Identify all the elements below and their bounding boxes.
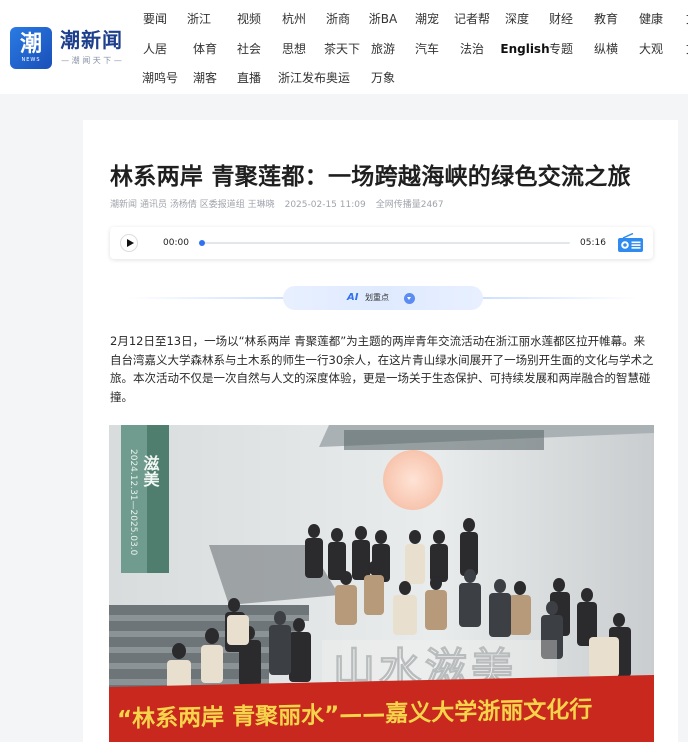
nav-item[interactable]: 法治: [450, 34, 494, 64]
article-title: 林系两岸 青聚莲都：一场跨越海峡的绿色交流之旅: [110, 164, 631, 190]
audio-current-time: 00:00: [163, 238, 189, 248]
chevron-down-icon: [404, 293, 415, 304]
ai-highlights-bar: AI 划重点: [128, 286, 638, 310]
nav-item[interactable]: 奥运: [316, 63, 360, 93]
nav-item[interactable]: 社会: [227, 34, 271, 64]
nav-item[interactable]: 浙商: [316, 4, 360, 34]
meta-views-label: 全网传播量: [375, 200, 421, 210]
meta-source: 潮新闻: [110, 200, 138, 210]
audio-player: 00:00 05:16: [110, 227, 653, 259]
nav-item[interactable]: 专题: [539, 34, 583, 64]
nav-item[interactable]: 杭州: [272, 4, 316, 34]
nav-item[interactable]: 思想: [272, 34, 316, 64]
logo-subtext: NEWS: [21, 56, 41, 63]
nav-item[interactable]: 潮鸣号: [130, 63, 190, 93]
site-logo[interactable]: 潮 NEWS: [10, 27, 52, 69]
play-button[interactable]: [120, 234, 138, 252]
nav-item[interactable]: 教育: [584, 4, 628, 34]
article-paragraph: 2月12日至13日，一场以“林系两岸 青聚莲都”为主题的两岸青年交流活动在浙江丽…: [110, 334, 654, 404]
nav-item[interactable]: 文: [670, 34, 688, 64]
nav-row-1: 要闻 浙江 视频 杭州 浙商 浙BA 潮宠 记者帮 深度 财经 教育 健康 文: [133, 4, 688, 34]
nav-item[interactable]: 汽车: [405, 34, 449, 64]
site-brand[interactable]: 潮新闻 — 潮 闻 天 下 —: [60, 28, 123, 67]
meta-views-count: 2467: [420, 200, 444, 210]
poster-date-text: 2024.12.31—2025.03.0: [128, 449, 138, 556]
main-nav: 要闻 浙江 视频 杭州 浙商 浙BA 潮宠 记者帮 深度 财经 教育 健康 文 …: [133, 0, 688, 94]
article-card: 林系两岸 青聚莲都：一场跨越海峡的绿色交流之旅 潮新闻 通讯员 汤杨倩 区委报道组…: [83, 120, 678, 742]
nav-item[interactable]: 要闻: [133, 4, 177, 34]
nav-item[interactable]: 文: [670, 4, 688, 34]
ai-highlights-button[interactable]: AI 划重点: [283, 286, 483, 310]
ai-highlights-label: 划重点: [365, 293, 389, 302]
audio-progress-knob[interactable]: [199, 240, 205, 246]
nav-item[interactable]: 体育: [183, 34, 227, 64]
radio-icon[interactable]: [617, 233, 644, 253]
nav-row-2: 人居 体育 社会 思想 茶天下 旅游 汽车 法治 English 专题 纵横 大…: [133, 34, 688, 64]
group-photo-illustration: 2024.12.31—2025.03.0 滋美 山水滋美 “林系两岸 青聚丽水”…: [109, 425, 654, 742]
nav-item[interactable]: 健康: [629, 4, 673, 34]
nav-item[interactable]: 万象: [361, 63, 405, 93]
site-header: 潮 NEWS 潮新闻 — 潮 闻 天 下 — 要闻 浙江 视频 杭州 浙商 浙B…: [0, 0, 688, 94]
logo-glyph: 潮: [19, 31, 42, 57]
site-name: 潮新闻: [60, 28, 123, 52]
article-meta: 潮新闻 通讯员 汤杨倩 区委报道组 王琳晓 2025-02-15 11:09 全网传播…: [110, 199, 454, 211]
nav-item[interactable]: 潮客: [183, 63, 227, 93]
nav-item[interactable]: 视频: [227, 4, 271, 34]
ai-badge: AI: [347, 292, 359, 303]
nav-item[interactable]: 浙BA: [361, 4, 405, 34]
meta-datetime: 2025-02-15 11:09: [284, 200, 366, 210]
site-slogan: — 潮 闻 天 下 —: [61, 56, 122, 65]
nav-item[interactable]: 直播: [227, 63, 271, 93]
article-photo[interactable]: 2024.12.31—2025.03.0 滋美 山水滋美 “林系两岸 青聚丽水”…: [109, 425, 654, 742]
audio-duration: 05:16: [580, 238, 606, 248]
nav-item[interactable]: 记者帮: [450, 4, 494, 34]
nav-item[interactable]: 深度: [495, 4, 539, 34]
audio-progress-track[interactable]: [199, 240, 570, 246]
nav-item[interactable]: 旅游: [361, 34, 405, 64]
nav-item[interactable]: 浙江: [177, 4, 221, 34]
nav-item[interactable]: 潮宠: [405, 4, 449, 34]
nav-row-3: 潮鸣号 潮客 直播 浙江发布 奥运 万象: [133, 63, 688, 93]
poster-title-text: 滋美: [141, 454, 160, 488]
nav-item[interactable]: 人居: [133, 34, 177, 64]
nav-item[interactable]: 纵横: [584, 34, 628, 64]
nav-item[interactable]: 财经: [539, 4, 583, 34]
nav-item[interactable]: 大观: [629, 34, 673, 64]
meta-authors: 通讯员 汤杨倩 区委报道组 王琳晓: [140, 200, 275, 210]
